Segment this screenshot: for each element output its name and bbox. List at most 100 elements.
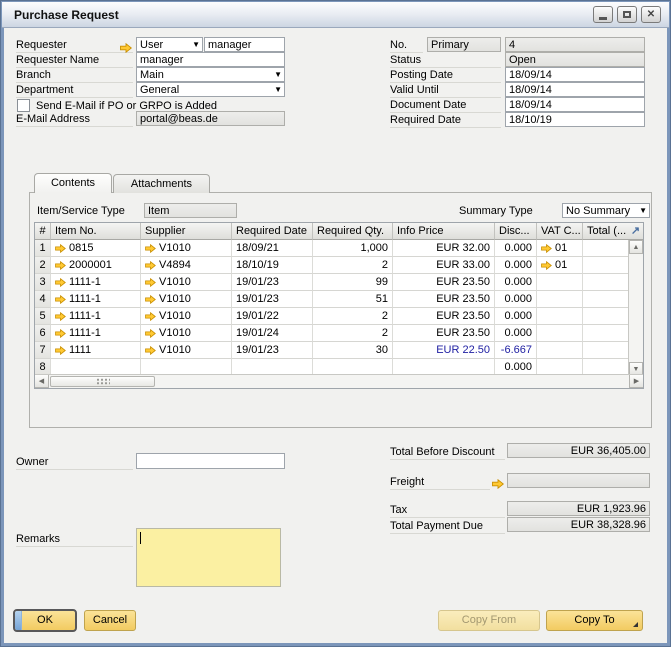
freight-field[interactable]: [507, 473, 650, 488]
remarks-textarea[interactable]: [136, 528, 281, 587]
grid-cell-info_price[interactable]: EUR 23.50: [393, 274, 495, 291]
ok-button[interactable]: OK: [13, 609, 77, 632]
scroll-left-button[interactable]: ◀: [35, 375, 49, 388]
column-header-vat[interactable]: VAT C...: [537, 223, 583, 240]
send-email-checkbox[interactable]: [17, 99, 30, 112]
owner-input[interactable]: [136, 453, 285, 469]
scrollbar-thumb[interactable]: [50, 376, 155, 387]
link-arrow-icon[interactable]: [55, 346, 66, 355]
branch-dropdown[interactable]: Main▼: [136, 67, 285, 82]
grid-cell-info_price[interactable]: EUR 32.00: [393, 240, 495, 257]
grid-cell-required_date[interactable]: 18/09/21: [232, 240, 313, 257]
grid-cell-total[interactable]: [583, 257, 630, 274]
column-header-total[interactable]: Total (...: [583, 223, 630, 240]
grid-cell-supplier[interactable]: V4894: [141, 257, 232, 274]
column-header-num[interactable]: #: [35, 223, 51, 240]
grid-cell-info_price[interactable]: EUR 23.50: [393, 291, 495, 308]
link-arrow-icon[interactable]: [55, 261, 66, 270]
close-button[interactable]: ✕: [641, 6, 661, 23]
grid-cell-item_no[interactable]: 1111-1: [51, 291, 141, 308]
link-arrow-icon[interactable]: [145, 329, 156, 338]
row-header[interactable]: 7: [35, 342, 51, 359]
grid-cell-required_date[interactable]: 18/10/19: [232, 257, 313, 274]
grid-cell-item_no[interactable]: 1111: [51, 342, 141, 359]
link-arrow-icon[interactable]: [55, 329, 66, 338]
link-arrow-icon[interactable]: [541, 244, 552, 253]
grid-cell-item_no[interactable]: 1111-1: [51, 325, 141, 342]
grid-cell-vat[interactable]: [537, 274, 583, 291]
requester-name-input[interactable]: [136, 52, 285, 67]
row-header[interactable]: 4: [35, 291, 51, 308]
grid-cell-discount[interactable]: 0.000: [495, 291, 537, 308]
grid-cell-discount[interactable]: -6.667: [495, 342, 537, 359]
link-arrow-icon[interactable]: [492, 475, 504, 493]
column-header-qty[interactable]: Required Qty.: [313, 223, 393, 240]
grid-cell-item_no[interactable]: 2000001: [51, 257, 141, 274]
grid-cell-total[interactable]: [583, 274, 630, 291]
summary-type-dropdown[interactable]: No Summary▼: [562, 203, 650, 218]
grid-cell-qty[interactable]: 99: [313, 274, 393, 291]
scroll-right-button[interactable]: ▶: [629, 375, 643, 388]
row-header[interactable]: 3: [35, 274, 51, 291]
link-arrow-icon[interactable]: [145, 244, 156, 253]
minimize-button[interactable]: [593, 6, 613, 23]
grid-cell-required_date[interactable]: 19/01/22: [232, 308, 313, 325]
grid-cell-supplier[interactable]: V1010: [141, 342, 232, 359]
vertical-scrollbar[interactable]: ▲ ▼: [628, 240, 643, 376]
scroll-up-button[interactable]: ▲: [629, 240, 643, 254]
horizontal-scrollbar[interactable]: ◀ ▶: [35, 374, 643, 388]
row-header[interactable]: 5: [35, 308, 51, 325]
requester-type-dropdown[interactable]: User▼: [136, 37, 203, 52]
document-date-input[interactable]: [505, 97, 645, 112]
grid-cell-discount[interactable]: 0.000: [495, 257, 537, 274]
row-header[interactable]: 6: [35, 325, 51, 342]
link-arrow-icon[interactable]: [55, 312, 66, 321]
grid-cell-qty[interactable]: 2: [313, 325, 393, 342]
grid-cell-required_date[interactable]: 19/01/23: [232, 291, 313, 308]
grid-cell-total[interactable]: [583, 240, 630, 257]
column-header-required_date[interactable]: Required Date: [232, 223, 313, 240]
link-arrow-icon[interactable]: [541, 261, 552, 270]
maximize-button[interactable]: [617, 6, 637, 23]
grid-cell-item_no[interactable]: 0815: [51, 240, 141, 257]
grid-cell-info_price[interactable]: EUR 23.50: [393, 308, 495, 325]
column-header-supplier[interactable]: Supplier: [141, 223, 232, 240]
grid-cell-discount[interactable]: 0.000: [495, 240, 537, 257]
grid-cell-discount[interactable]: 0.000: [495, 308, 537, 325]
column-header-discount[interactable]: Disc...: [495, 223, 537, 240]
link-arrow-icon[interactable]: [145, 312, 156, 321]
link-arrow-icon[interactable]: [55, 295, 66, 304]
grid-cell-item_no[interactable]: 1111-1: [51, 308, 141, 325]
copy-from-button[interactable]: Copy From: [438, 610, 540, 631]
grid-cell-supplier[interactable]: V1010: [141, 274, 232, 291]
link-arrow-icon[interactable]: [120, 39, 132, 57]
grid-cell-vat[interactable]: [537, 291, 583, 308]
column-header-item_no[interactable]: Item No.: [51, 223, 141, 240]
grid-cell-vat[interactable]: [537, 325, 583, 342]
grid-cell-qty[interactable]: 1,000: [313, 240, 393, 257]
grid-cell-supplier[interactable]: V1010: [141, 240, 232, 257]
tab-attachments[interactable]: Attachments: [113, 174, 210, 193]
grid-cell-total[interactable]: [583, 308, 630, 325]
grid-cell-total[interactable]: [583, 325, 630, 342]
grid-cell-vat[interactable]: 01: [537, 240, 583, 257]
title-bar[interactable]: Purchase Request ✕: [2, 2, 669, 28]
link-arrow-icon[interactable]: [55, 278, 66, 287]
requester-input[interactable]: [204, 37, 285, 52]
grid-cell-info_price[interactable]: EUR 23.50: [393, 325, 495, 342]
link-arrow-icon[interactable]: [55, 244, 66, 253]
required-date-input[interactable]: [505, 112, 645, 127]
grid-cell-required_date[interactable]: 19/01/24: [232, 325, 313, 342]
row-header[interactable]: 2: [35, 257, 51, 274]
valid-until-input[interactable]: [505, 82, 645, 97]
grid-cell-qty[interactable]: 2: [313, 257, 393, 274]
grid-cell-vat[interactable]: 01: [537, 257, 583, 274]
link-arrow-icon[interactable]: [145, 261, 156, 270]
cancel-button[interactable]: Cancel: [84, 610, 136, 631]
grid-cell-total[interactable]: [583, 342, 630, 359]
grid-cell-item_no[interactable]: 1111-1: [51, 274, 141, 291]
copy-to-button[interactable]: Copy To: [546, 610, 643, 631]
link-arrow-icon[interactable]: [145, 278, 156, 287]
tab-contents[interactable]: Contents: [34, 173, 112, 193]
grid-cell-qty[interactable]: 51: [313, 291, 393, 308]
